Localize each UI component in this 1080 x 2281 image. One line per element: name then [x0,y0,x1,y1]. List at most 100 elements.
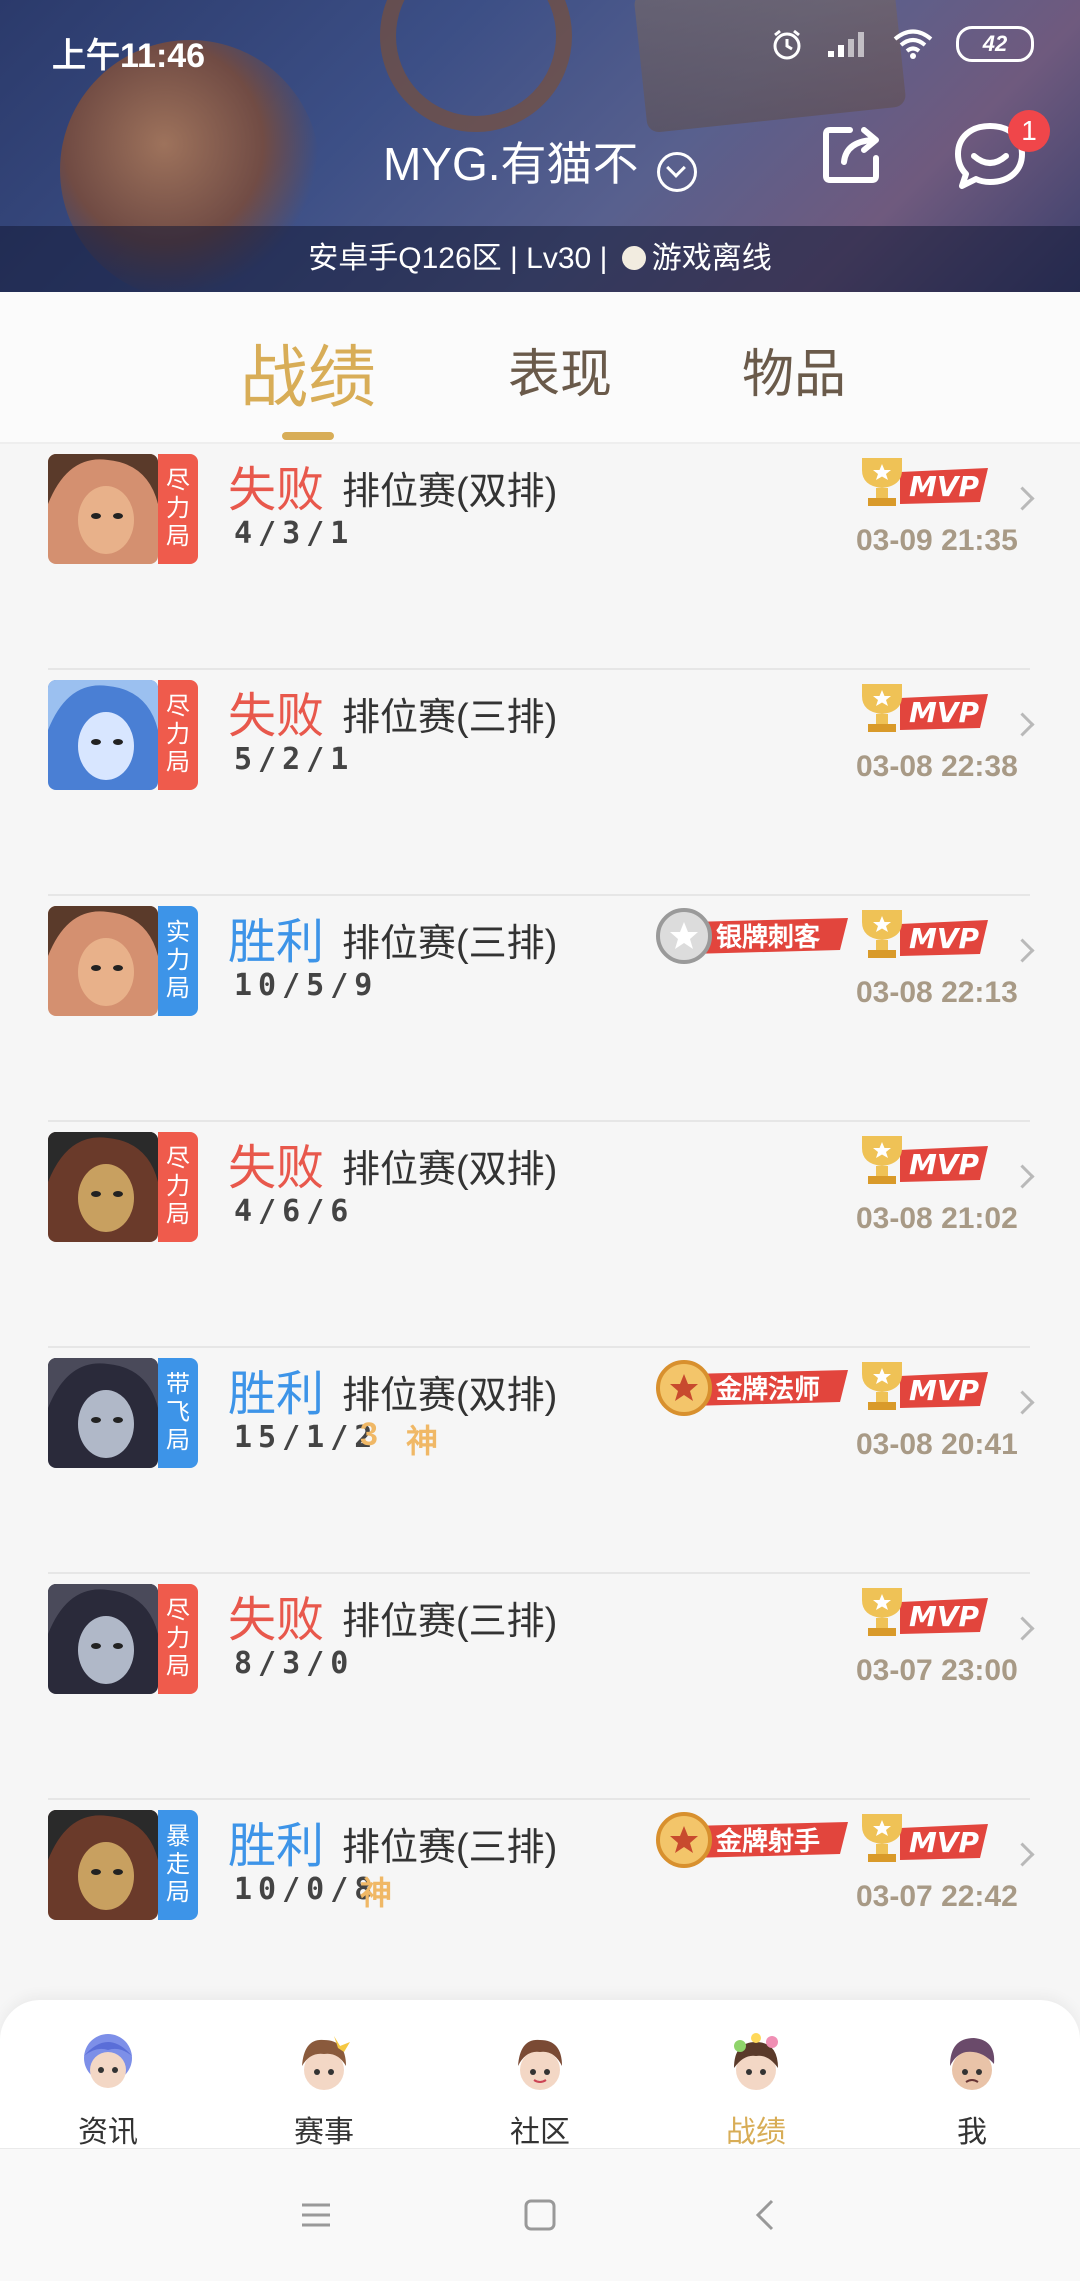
active-tab-indicator [282,432,334,440]
hero-a-icon [48,454,158,564]
match-kda: 5/2/1 [234,742,355,777]
match-queue: 排位赛(双排) [342,1149,558,1191]
home-icon[interactable] [522,2197,558,2233]
nav-me[interactable]: 我 [912,2028,1032,2151]
chevron-right-icon[interactable] [1010,486,1035,511]
chevron-down-icon[interactable] [657,151,697,192]
news-mascot-icon [84,2034,132,2088]
chevron-right-icon[interactable] [1010,1164,1035,1189]
match-kda: 4/3/1 [234,516,355,551]
system-nav-bar [0,2148,1080,2281]
mode-tag-char: 尽 [166,467,190,494]
match-kda: 10/5/9 [234,968,379,1003]
status-bar: 上午11:46 42 [0,0,1080,90]
player-name[interactable]: MYG.有猫不 [383,138,639,190]
match-mode-tag: 带飞局 [158,1358,198,1468]
offline-status-icon [621,246,646,271]
chevron-right-icon[interactable] [1010,938,1035,963]
nav-news[interactable]: 资讯 [48,2028,168,2151]
match-kda: 15/1/2 [234,1420,379,1455]
chevron-right-icon[interactable] [1010,1616,1035,1641]
nav-community[interactable]: 社区 [480,2028,600,2151]
match-queue: 排位赛(双排) [342,471,558,513]
match-result: 失败 [228,1594,325,1647]
match-mode-tag: 尽力局 [158,1132,198,1242]
player-level: Lv30 [526,242,592,275]
chevron-right-icon[interactable] [1010,1842,1035,1867]
mode-tag-char: 局 [166,1201,190,1228]
tab-performance[interactable]: 表现 [508,332,612,407]
match-date: 03-07 22:42 [856,1880,1018,1913]
mode-tag-char: 尽 [166,693,190,720]
status-icons: 42 [770,26,1034,62]
server-name: 安卓手Q126区 [308,242,502,275]
mode-tag-char: 尽 [166,1597,190,1624]
hero-avatar [48,454,158,564]
wifi-icon [893,29,933,59]
match-result: 失败 [228,1142,325,1195]
mvp-label: MVP [909,1826,980,1859]
hero-avatar [48,680,158,790]
nav-label: 我 [957,2116,987,2149]
mvp-label: MVP [909,696,980,729]
nav-events[interactable]: 赛事 [264,2028,384,2151]
hero-a-icon [48,906,158,1016]
mode-tag-char: 局 [166,975,190,1002]
match-result: 失败 [228,464,325,517]
medal-label: 金牌法师 [715,1374,820,1405]
match-mode-tag: 实力局 [158,906,198,1016]
match-queue: 排位赛(三排) [342,697,558,739]
match-row[interactable]: 尽力局失败 排位赛(双排) 4/3/1 MVP 03-09 21:35 [0,444,1080,670]
message-badge: 1 [1008,110,1050,152]
profile-header: 上午11:46 42 MYG.有猫不 1 安卓手Q126区 | Lv30 | 游… [0,0,1080,292]
menu-icon[interactable] [298,2197,334,2233]
mode-tag-char: 带 [166,1371,190,1398]
nav-record[interactable]: 战绩 [696,2028,816,2151]
match-date: 03-08 22:13 [856,976,1018,1009]
share-icon[interactable] [820,122,884,186]
match-row[interactable]: 尽力局失败 排位赛(三排) 8/3/0 MVP 03-07 23:00 [0,1574,1080,1800]
match-row[interactable]: 带飞局胜利 排位赛(双排) 15/1/2 3 神金牌法师 MVP 03-08 20:41 [0,1348,1080,1574]
match-list[interactable]: 尽力局失败 排位赛(双排) 4/3/1 MVP 03-09 21:35 尽力局失败 排位赛(… [0,444,1080,2026]
match-kda: 8/3/0 [234,1646,355,1681]
hero-b-icon [48,680,158,790]
match-kda: 4/6/6 [234,1194,355,1229]
match-queue: 排位赛(双排) [342,1375,558,1417]
chevron-right-icon[interactable] [1010,1390,1035,1415]
mvp-label: MVP [909,1600,980,1633]
match-date: 03-08 22:38 [856,750,1018,783]
tab-record[interactable]: 战绩 [240,322,376,421]
mode-tag-char: 局 [166,749,190,776]
record-mascot-icon [734,2033,778,2090]
online-status: 游戏离线 [651,242,772,275]
back-icon[interactable] [748,2197,784,2233]
chevron-right-icon[interactable] [1010,712,1035,737]
mode-tag-char: 走 [166,1851,190,1878]
match-row[interactable]: 尽力局失败 排位赛(双排) 4/6/6 MVP 03-08 21:02 [0,1122,1080,1348]
tab-items[interactable]: 物品 [742,332,846,407]
match-row[interactable]: 尽力局失败 排位赛(三排) 5/2/1 MVP 03-08 22:38 [0,670,1080,896]
match-row[interactable]: 实力局胜利 排位赛(三排) 10/5/9 银牌刺客 MVP 03-08 22:13 [0,896,1080,1122]
mode-tag-char: 局 [166,1653,190,1680]
server-info-bar: 安卓手Q126区 | Lv30 | 游戏离线 [0,226,1080,292]
mode-tag-char: 局 [166,523,190,550]
match-mode-tag: 尽力局 [158,454,198,564]
profile-mascot-icon [950,2038,995,2090]
match-row[interactable]: 暴走局胜利 排位赛(三排) 10/0/8 神金牌射手 MVP 03-07 22:42 [0,1800,1080,2026]
hero-avatar [48,1810,158,1920]
mvp-label: MVP [909,922,980,955]
status-time: 上午11:46 [52,37,206,75]
hero-c-icon [48,1132,158,1242]
info-separator: | [510,242,518,275]
match-mode-tag: 尽力局 [158,680,198,790]
nav-label: 战绩 [726,2116,786,2149]
match-date: 03-08 20:41 [856,1428,1018,1461]
mvp-badge: MVP [862,1136,988,1184]
mode-tag-char: 力 [166,721,190,748]
bottom-nav: 资讯 赛事 社区 战绩 我 [0,2000,1080,2151]
nav-label: 资讯 [78,2116,138,2149]
match-mode-tag: 尽力局 [158,1584,198,1694]
mode-tag-char: 力 [166,1173,190,1200]
legendary-label: 3 [360,1416,378,1452]
player-title[interactable]: MYG.有猫不 [0,128,1080,196]
